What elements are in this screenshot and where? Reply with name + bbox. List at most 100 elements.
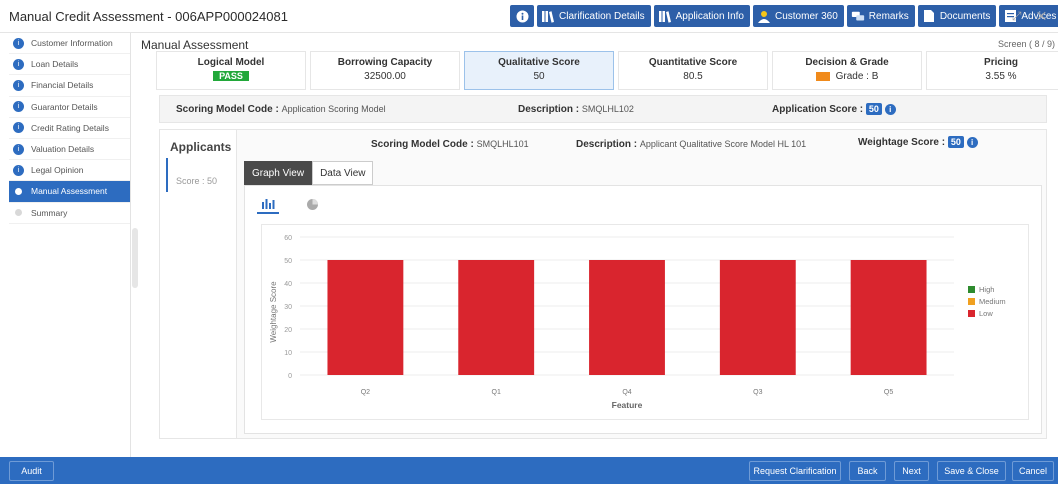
person-icon: [757, 9, 771, 23]
card-label: Pricing: [984, 57, 1018, 68]
sidebar-item-guarantor-details[interactable]: i Guarantor Details: [9, 97, 130, 118]
info-icon[interactable]: i: [884, 104, 896, 115]
info-button[interactable]: [510, 5, 534, 27]
y-tick-label: 30: [284, 304, 292, 311]
clarification-details-button[interactable]: Clarification Details: [537, 5, 651, 27]
legend-swatch: [968, 310, 975, 317]
sidebar-item-label: Credit Rating Details: [31, 122, 109, 133]
step-complete-icon: i: [13, 79, 24, 91]
bar: [458, 260, 535, 375]
sidebar-item-legal-opinion[interactable]: i Legal Opinion: [9, 160, 130, 182]
step-complete-icon: i: [13, 58, 24, 70]
card-quantitative-score[interactable]: Quantitative Score 80.5: [618, 51, 768, 90]
next-button[interactable]: Next: [894, 461, 929, 481]
applicant-detail: Scoring Model Code : SMQLHL101 Descripti…: [238, 130, 1046, 438]
y-tick-label: 50: [284, 258, 292, 265]
sidebar-item-label: Loan Details: [31, 59, 79, 70]
top-toolbar: Clarification Details Application Info C…: [510, 5, 1058, 27]
back-button[interactable]: Back: [849, 461, 886, 481]
applicants-heading: Applicants: [170, 140, 232, 154]
info-icon: [515, 9, 529, 23]
books-icon: [541, 9, 555, 23]
legend-label: High: [979, 285, 994, 294]
card-value: 3.55 %: [985, 71, 1017, 82]
customer-360-button[interactable]: Customer 360: [752, 5, 844, 27]
bar-chart-icon[interactable]: [257, 194, 279, 214]
audit-button[interactable]: Audit: [9, 461, 54, 481]
card-qualitative-score[interactable]: Qualitative Score 50: [464, 51, 614, 90]
application-info-button[interactable]: Application Info: [653, 5, 750, 27]
x-tick-label: Q1: [492, 389, 501, 396]
sidebar-item-financial-details[interactable]: i Financial Details: [9, 75, 130, 97]
cancel-button[interactable]: Cancel: [1012, 461, 1054, 481]
books-icon: [658, 9, 672, 23]
legend-label: Medium: [979, 297, 1006, 306]
tab-graph-view[interactable]: Graph View: [244, 161, 313, 185]
y-axis-label: Weightage Score: [269, 281, 278, 343]
applicant-score-tab[interactable]: Score : 50: [166, 158, 222, 192]
sidebar-item-loan-details[interactable]: i Loan Details: [9, 54, 130, 76]
sidebar-item-credit-rating-details[interactable]: i Credit Rating Details: [9, 118, 130, 139]
customer-360-label: Customer 360: [774, 10, 838, 22]
card-pricing[interactable]: Pricing 3.55 %: [926, 51, 1058, 90]
step-complete-icon: i: [13, 101, 24, 113]
sidebar: i Customer Information i Loan Details i Fin…: [9, 33, 131, 457]
sidebar-item-label: Valuation Details: [31, 144, 95, 155]
bar-chart: 0 10 20 30 40 50 60 Q2 Q1 Q4 Q3 Q5 Feature Weightage …: [269, 235, 1006, 410]
sidebar-scrollbar[interactable]: [132, 228, 138, 288]
request-clarification-button[interactable]: Request Clarification: [749, 461, 841, 481]
clarification-details-label: Clarification Details: [559, 10, 645, 22]
card-borrowing-capacity[interactable]: Borrowing Capacity 32500.00: [310, 51, 460, 90]
legend-swatch: [968, 286, 975, 293]
step-pending-icon: [15, 209, 22, 217]
description-label: Description :: [518, 104, 582, 115]
sidebar-item-customer-information[interactable]: i Customer Information: [9, 33, 130, 55]
x-tick-label: Q5: [884, 389, 893, 396]
card-value: Grade : B: [835, 71, 879, 82]
documents-button[interactable]: Documents: [917, 5, 997, 27]
sidebar-item-valuation-details[interactable]: i Valuation Details: [9, 139, 130, 161]
applicant-desc-label: Description :: [576, 139, 640, 150]
remarks-button[interactable]: Remarks: [846, 5, 915, 27]
remarks-label: Remarks: [868, 10, 909, 22]
bottom-action-bar: Audit Request Clarification Back Next Sa…: [0, 457, 1058, 484]
applicant-desc-value: Applicant Qualitative Score Model HL 101: [639, 139, 807, 149]
legend-label: Low: [979, 309, 993, 318]
title-bar: Manual Credit Assessment - 006APP0000240…: [0, 0, 1058, 33]
page-title: Manual Assessment: [141, 38, 249, 52]
sidebar-item-label: Legal Opinion: [31, 165, 84, 176]
card-logical-model[interactable]: Logical Model PASS: [156, 51, 306, 90]
card-label: Quantitative Score: [648, 57, 738, 68]
pie-chart-icon[interactable]: [301, 194, 323, 214]
window-controls[interactable]: ⤢ ✕: [1012, 9, 1052, 24]
chart-container: 0 10 20 30 40 50 60 Q2 Q1 Q4 Q3 Q5 Feature Weightage …: [244, 185, 1042, 434]
sidebar-item-label: Manual Assessment: [31, 186, 108, 197]
description-value: SMQLHL102: [581, 104, 634, 114]
tab-data-view[interactable]: Data View: [312, 161, 374, 185]
weightage-score-badge: 50: [947, 136, 964, 149]
bar: [589, 260, 665, 375]
weightage-score-label: Weightage Score :: [858, 137, 948, 149]
x-tick-label: Q4: [622, 389, 631, 396]
x-axis-label: Feature: [612, 400, 643, 410]
legend-swatch: [968, 298, 975, 305]
y-tick-label: 0: [288, 373, 292, 380]
x-tick-label: Q3: [753, 389, 762, 396]
main-content: Manual Assessment Screen ( 8 / 9) Logica…: [139, 33, 1058, 457]
card-decision-grade[interactable]: Decision & Grade Grade : B: [772, 51, 922, 90]
save-close-button[interactable]: Save & Close: [937, 461, 1006, 481]
y-tick-label: 10: [284, 350, 292, 357]
application-score-badge: 50: [865, 103, 882, 116]
card-value: 50: [533, 71, 545, 82]
step-active-icon: [15, 187, 22, 195]
bar: [719, 260, 796, 375]
sidebar-item-summary[interactable]: Summary: [9, 203, 130, 224]
scoring-model-label: Scoring Model Code :: [176, 104, 282, 115]
info-icon[interactable]: i: [966, 137, 978, 148]
sidebar-item-manual-assessment[interactable]: Manual Assessment: [9, 181, 130, 203]
sidebar-item-label: Customer Information: [31, 38, 113, 49]
application-scoring-info: Scoring Model Code : Application Scoring…: [159, 95, 1047, 123]
sidebar-item-label: Summary: [31, 207, 68, 218]
documents-label: Documents: [939, 10, 991, 22]
step-complete-icon: i: [13, 37, 24, 49]
